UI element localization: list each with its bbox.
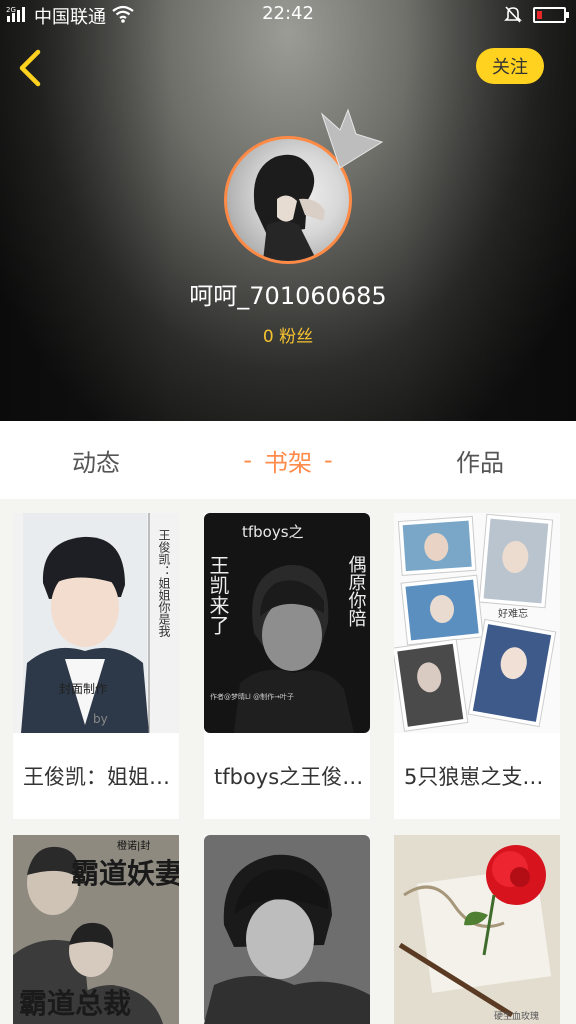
book-title-text: tfboys之王俊凯来了 (214, 765, 364, 789)
book-cover: tfboys之 王凯来了 偶原你陪 作者@梦晴Ll @制作→叶子 (204, 513, 370, 733)
book-title-text: 5只狼崽之支离破碎 (404, 765, 554, 789)
book-title: tfboys之王俊凯来了 (204, 733, 370, 819)
cover-left-column: 王凯来了 (206, 555, 230, 635)
tab-bookshelf[interactable]: - 书架 - (192, 421, 384, 499)
cover-heading: tfboys之 (242, 523, 304, 541)
cover-footer: 作者@梦晴Ll @制作→叶子 (210, 692, 294, 701)
cover-image: 霸道妖妻de 橙诺|封 霸道总裁 (13, 835, 179, 1024)
cover-caption: 封面制作 (59, 682, 107, 696)
book-card[interactable]: 霸道妖妻de 橙诺|封 霸道总裁 (13, 835, 179, 1024)
follow-button[interactable]: 关注 (476, 48, 544, 84)
status-bar: 2G 中国联通 22:42 (0, 0, 576, 29)
tab-active-indicator: - (324, 446, 333, 474)
username: 呵呵_701060685 (189, 282, 387, 310)
cover-image: tfboys之 王凯来了 偶原你陪 作者@梦晴Ll @制作→叶子 (204, 513, 370, 733)
cover-title-top: 霸道妖妻de (71, 857, 179, 890)
cover-title-bottom: 霸道总裁 (19, 987, 131, 1020)
tab-activity[interactable]: 动态 (0, 421, 192, 499)
cover-image (204, 835, 370, 1024)
chevron-left-icon (19, 49, 41, 87)
cover-sign: by (93, 712, 108, 726)
tab-label: 作品 (456, 448, 504, 477)
cover-image: 硬生血玫瑰 (394, 835, 560, 1024)
mute-icon (504, 6, 522, 23)
profile-tabs: 动态 - 书架 - 作品 (0, 421, 576, 499)
profile-header: 2G 中国联通 22:42 关注 呵呵_701060685 0 粉丝 (0, 0, 576, 421)
book-card[interactable]: 硬生血玫瑰 (394, 835, 560, 1024)
tab-active-indicator: - (243, 446, 252, 474)
cover-credit: 橙诺|封 (117, 839, 150, 852)
book-cover: 王俊凯：姐姐你是我 封面制作 by (13, 513, 179, 733)
battery-icon (533, 7, 569, 23)
battery-level (537, 11, 542, 19)
cover-image: 王俊凯：姐姐你是我 封面制作 by (13, 513, 179, 733)
book-cover: 霸道妖妻de 橙诺|封 霸道总裁 (13, 835, 179, 1024)
tab-label: 书架 (264, 448, 312, 477)
book-card[interactable]: 好难忘 5只狼崽之支离破碎 (394, 513, 560, 819)
book-title: 王俊凯：姐姐你是我的 (13, 733, 179, 819)
clock: 22:42 (262, 3, 314, 24)
fans-count[interactable]: 0 粉丝 (0, 322, 576, 347)
book-card[interactable] (204, 835, 370, 1024)
book-cover: 硬生血玫瑰 (394, 835, 560, 1024)
book-card[interactable]: 王俊凯：姐姐你是我 封面制作 by 王俊凯：姐姐你是我的 (13, 513, 179, 819)
back-button[interactable] (14, 48, 48, 88)
tab-works[interactable]: 作品 (384, 421, 576, 499)
cover-vertical-text: 王俊凯：姐姐你是我 (157, 529, 171, 637)
tab-label: 动态 (72, 448, 120, 477)
book-card[interactable]: tfboys之 王凯来了 偶原你陪 作者@梦晴Ll @制作→叶子 tfboys之… (204, 513, 370, 819)
book-cover (204, 835, 370, 1024)
book-title-text: 王俊凯：姐姐你是我的 (23, 765, 173, 789)
cover-image: 好难忘 (394, 513, 560, 733)
book-cover: 好难忘 (394, 513, 560, 733)
crown-icon (320, 108, 384, 169)
cover-tag: 好难忘 (498, 607, 528, 620)
bookshelf-grid: 王俊凯：姐姐你是我 封面制作 by 王俊凯：姐姐你是我的 tfboys之 王凯来… (0, 499, 576, 1024)
book-title: 5只狼崽之支离破碎 (394, 733, 560, 819)
cover-right-column: 偶原你陪 (346, 555, 367, 627)
cover-tag: 硬生血玫瑰 (494, 1010, 539, 1022)
